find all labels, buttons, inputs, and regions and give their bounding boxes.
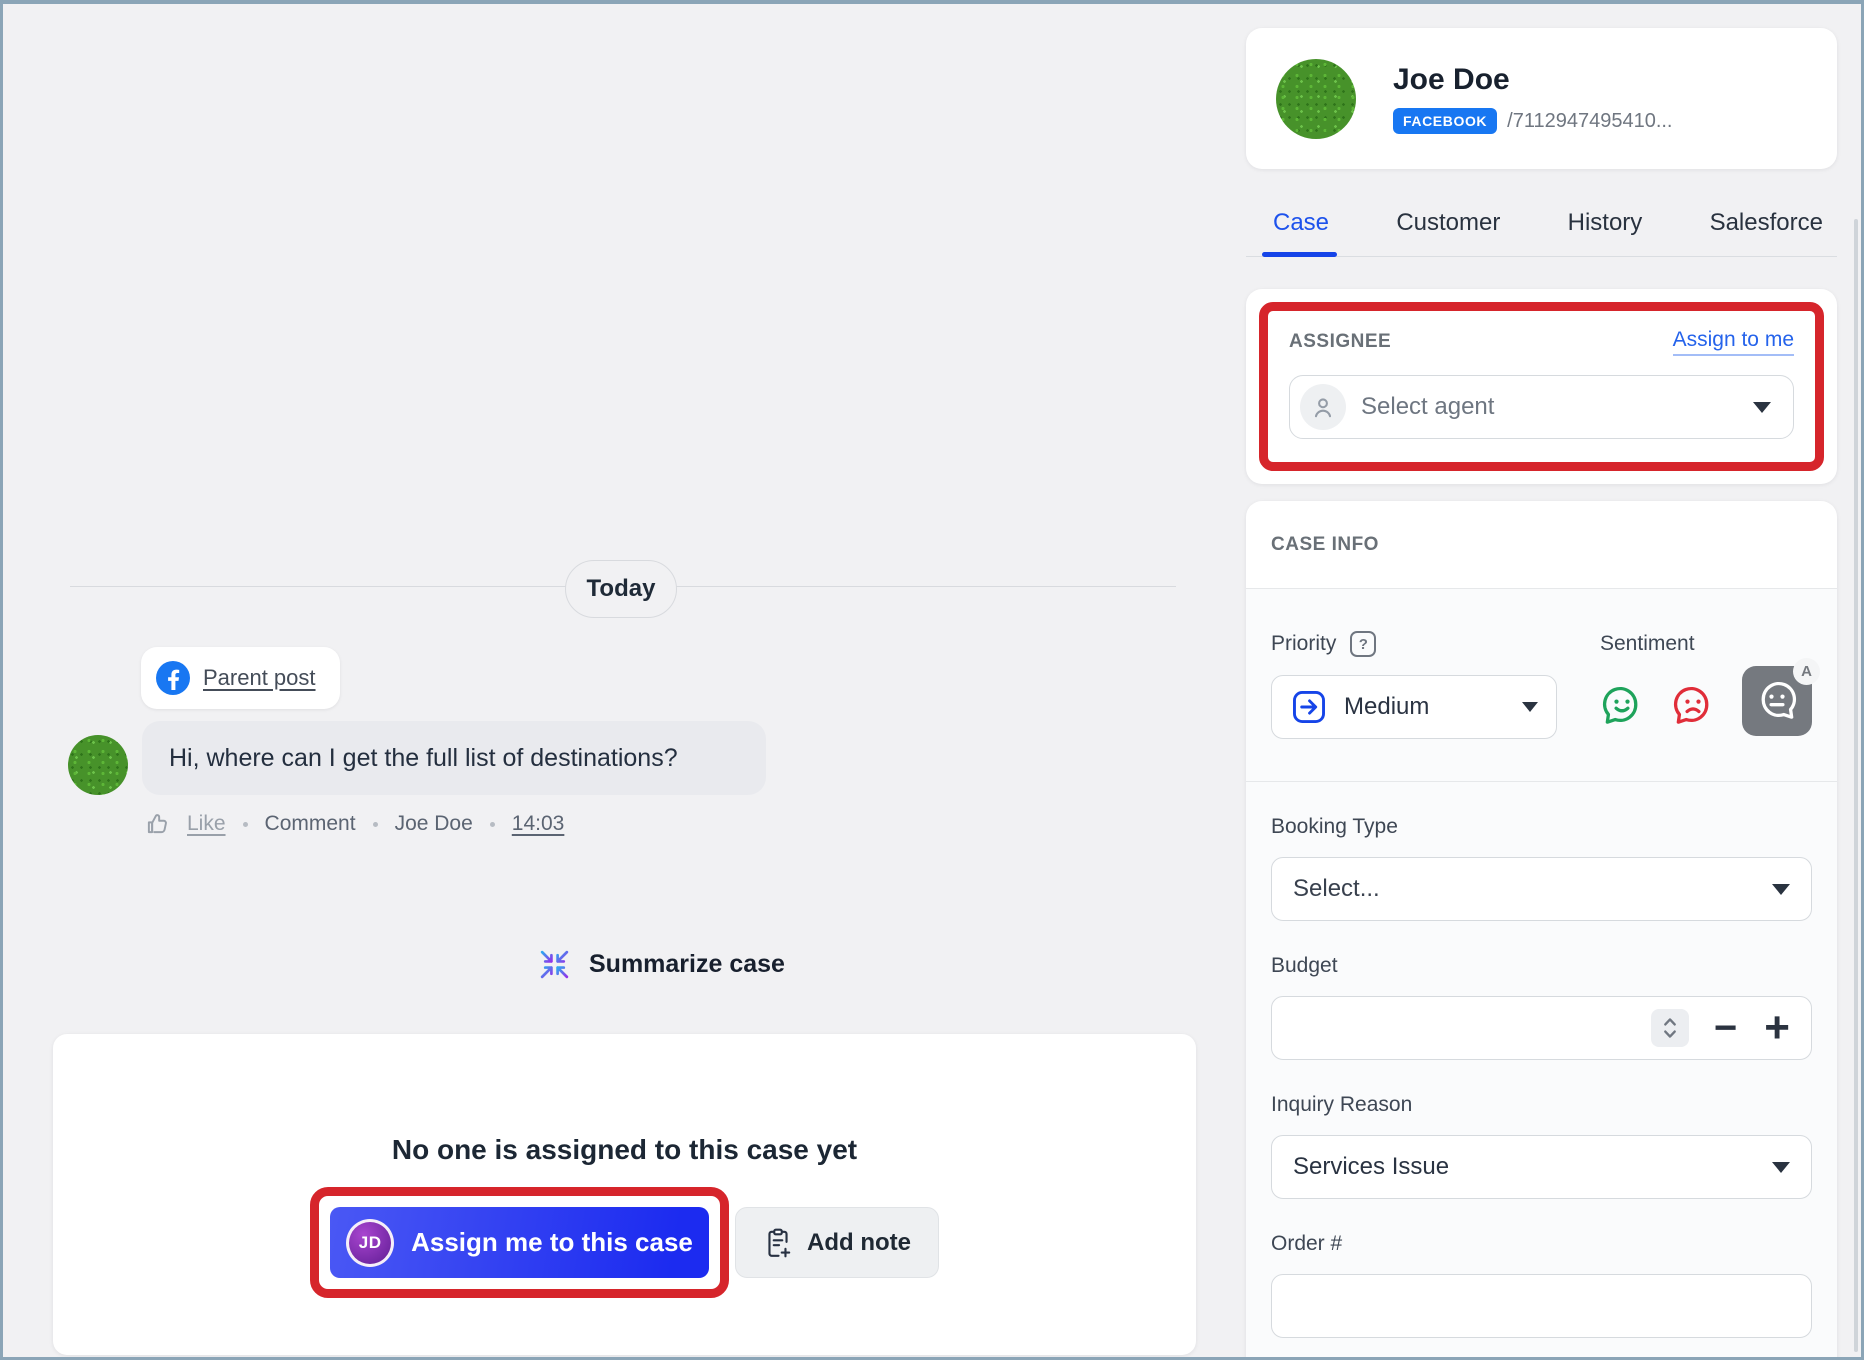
ai-sparkle-icon [538,948,571,981]
order-number-input[interactable] [1271,1274,1812,1338]
customer-message-text: Hi, where can I get the full list of des… [169,744,678,773]
message-timestamp[interactable]: 14:03 [512,812,565,836]
conversation-panel: Today Parent post Hi, where can I get th… [3,4,1235,1357]
sentiment-neutral-selected[interactable]: A [1742,666,1812,736]
note-clipboard-icon [763,1227,793,1259]
budget-input[interactable]: − + [1271,996,1812,1060]
empty-state-title: No one is assigned to this case yet [53,1134,1196,1166]
chevron-down-icon [1772,884,1790,895]
sentiment-positive-icon[interactable] [1600,684,1644,728]
like-link[interactable]: Like [187,812,226,836]
booking-type-label: Booking Type [1271,815,1812,839]
sidebar-scrollbar[interactable] [1854,219,1858,1352]
order-number-label: Order # [1271,1232,1812,1256]
priority-label: Priority [1271,632,1336,656]
unassigned-case-card: No one is assigned to this case yet JD A… [53,1034,1196,1355]
customer-handle: /7112947495410... [1507,110,1672,133]
agent-initials-avatar: JD [346,1219,394,1267]
message-meta-row: Like Comment Joe Doe 14:03 [144,808,564,840]
assign-me-button[interactable]: JD Assign me to this case [330,1207,709,1278]
inquiry-reason-value: Services Issue [1293,1153,1449,1181]
sidebar-tabs: Case Customer History Salesforce [1246,209,1837,257]
booking-type-select[interactable]: Select... [1271,857,1812,921]
assignee-highlight: ASSIGNEE Assign to me Select agent [1259,302,1824,471]
agent-placeholder-icon [1300,384,1346,430]
chevron-down-icon [1753,402,1771,413]
inquiry-reason-select[interactable]: Services Issue [1271,1135,1812,1199]
section-divider [1246,781,1837,782]
case-info-title: CASE INFO [1271,534,1379,556]
parent-post-label: Parent post [203,665,316,691]
add-note-label: Add note [807,1229,911,1257]
chevron-down-icon [1772,1162,1790,1173]
chevron-down-icon [1522,702,1538,712]
tab-salesforce[interactable]: Salesforce [1710,209,1823,237]
empty-state-actions: JD Assign me to this case Add note [53,1187,1196,1298]
case-sidebar: Joe Doe FACEBOOK /7112947495410... Case … [1246,4,1837,1360]
priority-medium-icon [1290,688,1328,726]
meta-separator [373,822,378,827]
priority-value: Medium [1344,693,1429,721]
customer-message-bubble: Hi, where can I get the full list of des… [142,721,766,795]
thumbs-up-icon[interactable] [144,811,170,837]
inquiry-reason-label: Inquiry Reason [1271,1093,1812,1117]
summarize-case-label: Summarize case [589,950,785,979]
priority-help-icon[interactable]: ? [1350,631,1376,657]
customer-avatar [68,735,128,795]
assign-me-label: Assign me to this case [411,1227,693,1258]
budget-stepper[interactable] [1651,1009,1689,1047]
tab-history[interactable]: History [1568,209,1643,237]
assignee-card: ASSIGNEE Assign to me Select agent [1246,289,1837,484]
tab-customer[interactable]: Customer [1396,209,1500,237]
customer-name: Joe Doe [1393,63,1672,97]
agent-select-placeholder: Select agent [1361,393,1494,421]
case-info-card: CASE INFO Priority ? [1246,501,1837,1360]
budget-label: Budget [1271,954,1812,978]
sentiment-label: Sentiment [1600,632,1695,656]
customer-profile-card: Joe Doe FACEBOOK /7112947495410... [1246,28,1837,169]
parent-post-link[interactable]: Parent post [141,647,340,709]
add-note-button[interactable]: Add note [735,1207,939,1278]
agent-select[interactable]: Select agent [1289,375,1794,439]
date-divider-pill: Today [565,560,677,618]
assign-button-highlight: JD Assign me to this case [310,1187,729,1298]
tab-case[interactable]: Case [1273,209,1329,237]
assign-to-me-link[interactable]: Assign to me [1673,328,1794,356]
booking-type-value: Select... [1293,875,1380,903]
auto-sentiment-badge: A [1793,658,1820,685]
priority-select[interactable]: Medium [1271,675,1557,739]
meta-separator [490,822,495,827]
message-author: Joe Doe [395,812,473,836]
channel-badge: FACEBOOK [1393,108,1497,134]
sentiment-negative-icon[interactable] [1671,684,1715,728]
comment-link[interactable]: Comment [265,812,356,836]
facebook-icon [156,661,190,695]
summarize-case-button[interactable]: Summarize case [538,948,785,981]
customer-profile-avatar [1276,59,1356,139]
meta-separator [243,822,248,827]
date-divider-label: Today [587,575,656,603]
assignee-label: ASSIGNEE [1289,331,1391,353]
app-window: Today Parent post Hi, where can I get th… [0,0,1864,1360]
